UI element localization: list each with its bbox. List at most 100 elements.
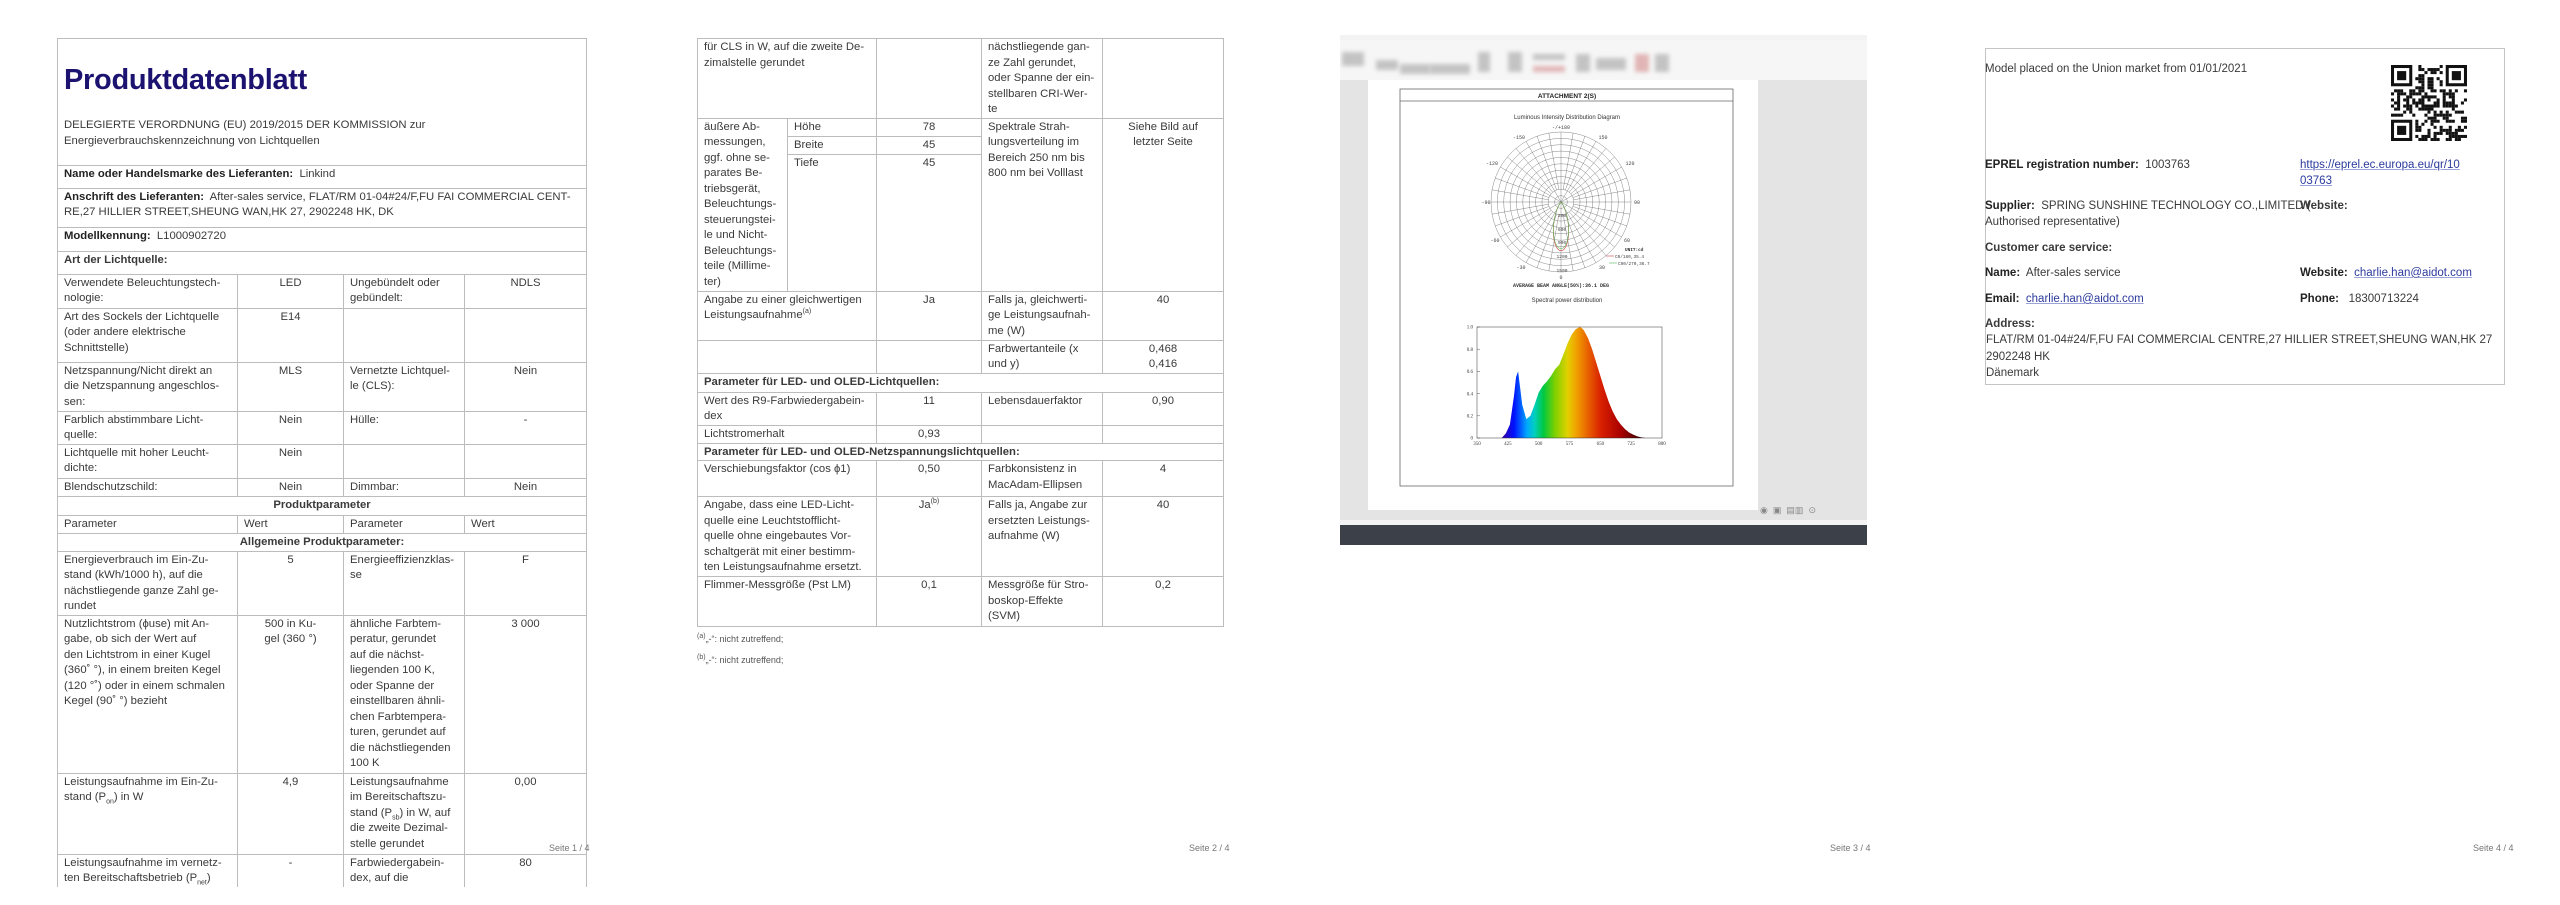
- supplier-value: SPRING SUNSHINE TECHNOLOGY CO.,LIMITED (: [2041, 200, 2311, 212]
- qr-module: [2427, 95, 2431, 99]
- param-label: Ungebündelt oder gebündelt:: [343, 273, 465, 309]
- qr-module: [2436, 98, 2440, 102]
- subscript: on: [106, 798, 114, 806]
- qr-module: [2427, 98, 2431, 102]
- qr-module: [2427, 77, 2431, 81]
- label-text: ) in W: [113, 791, 144, 803]
- qr-module: [2439, 128, 2443, 132]
- qr-module: [2418, 98, 2422, 102]
- qr-module: [2415, 119, 2419, 123]
- polar-grid-spoke: [1492, 189, 1549, 200]
- email-link[interactable]: charlie.han@aidot.com: [2026, 293, 2144, 305]
- qr-module: [2436, 131, 2440, 135]
- param-value: 40: [1102, 290, 1225, 341]
- qr-module: [2442, 113, 2446, 117]
- param-label: Vernetzte Lichtquel- le (CLS):: [343, 361, 465, 412]
- polar-grid-spoke: [1492, 204, 1549, 215]
- param-label: für CLS in W, auf die zweite De- zimalst…: [696, 38, 878, 119]
- angle-label: 0: [1559, 275, 1562, 281]
- qr-module: [2442, 95, 2446, 99]
- website2-link[interactable]: charlie.han@aidot.com: [2354, 267, 2472, 279]
- qr-module: [2418, 107, 2422, 111]
- param-label: ähnliche Farbtem- peratur, gerundet auf …: [343, 614, 465, 774]
- qr-code[interactable]: [2391, 63, 2467, 143]
- param-label: Netzspannung/Nicht direkt an die Netzspa…: [57, 361, 238, 412]
- param-label: [981, 424, 1104, 444]
- footnote-mark: (a): [697, 633, 706, 640]
- ring-label: 1200: [1556, 254, 1567, 260]
- spectrum-area: [1477, 327, 1662, 438]
- angle-label: 150: [1598, 135, 1607, 141]
- regulation-subtitle: DELEGIERTE VERORDNUNG (EU) 2019/2015 DER…: [64, 119, 426, 147]
- polar-chart-title: Luminous Intensity Distribution Diagram: [1514, 115, 1620, 121]
- qr-module: [2397, 107, 2401, 111]
- param-label: Angabe, dass eine LED-Licht- quelle eine…: [696, 496, 878, 577]
- qr-module: [2454, 131, 2458, 135]
- qr-module: [2439, 131, 2443, 135]
- qr-module: [2445, 119, 2449, 123]
- light-source-type-heading: Art der Lichtquelle:: [56, 250, 588, 275]
- param-label: Verschiebungsfaktor (cos ϕ1): [696, 460, 878, 497]
- table-row: Art des Sockels der Lichtquelle (oder an…: [57, 307, 588, 363]
- qr-module: [2397, 95, 2401, 99]
- param-value: 0,90: [1102, 391, 1225, 426]
- param-label: Lebensdauerfaktor: [981, 391, 1104, 426]
- qr-module: [2463, 125, 2467, 129]
- eprel-link-line[interactable]: 03763: [2300, 175, 2332, 187]
- qr-module: [2433, 101, 2437, 105]
- param-label: Farbwiedergabein- dex, auf die: [343, 853, 465, 887]
- qr-finder-center: [2451, 71, 2461, 81]
- qr-module: [2415, 86, 2419, 90]
- table-row: Lichtstromerhalt 0,93: [696, 424, 1225, 444]
- qr-module: [2418, 86, 2422, 90]
- qr-module: [2445, 92, 2449, 96]
- qr-module: [2391, 104, 2395, 108]
- param-value: 500 in Ku- gel (360 °): [237, 614, 344, 774]
- qr-module: [2442, 101, 2446, 105]
- dimension-value: 45: [876, 153, 983, 292]
- customer-care-heading: Customer care service:: [1985, 242, 2113, 254]
- qr-module: [2418, 125, 2422, 129]
- polar-grid-spoke: [1563, 133, 1574, 190]
- param-value: 3 000: [463, 614, 588, 774]
- qr-module: [2421, 86, 2425, 90]
- qr-module: [2421, 134, 2425, 138]
- param-label: Nutzlichtstrom (ϕuse) mit An- gabe, ob s…: [57, 614, 238, 774]
- y-tick-label: 0.8: [1467, 348, 1474, 353]
- qr-module: [2430, 68, 2434, 72]
- qr-module: [2454, 104, 2458, 108]
- name-value: After-sales service: [2025, 267, 2121, 279]
- led-parameters-heading: Parameter für LED- und OLED-Lichtquellen…: [696, 372, 1225, 393]
- qr-module: [2424, 104, 2428, 108]
- param-value: MLS: [237, 361, 344, 412]
- param-label: Dimmbar:: [343, 477, 465, 497]
- polar-grid-spoke: [1515, 211, 1553, 256]
- qr-module: [2445, 101, 2449, 105]
- qr-module: [2430, 86, 2434, 90]
- param-label: Hülle:: [343, 410, 465, 445]
- qr-module: [2442, 98, 2446, 102]
- param-value: NDLS: [463, 273, 588, 309]
- qr-module: [2433, 131, 2437, 135]
- qr-module: [2403, 110, 2407, 114]
- qr-module: [2418, 77, 2422, 81]
- qr-module: [2397, 98, 2401, 102]
- qr-module: [2460, 101, 2464, 105]
- dimension-label: Breite: [786, 135, 878, 155]
- param-value: Nein: [237, 443, 344, 479]
- eprel-link-line[interactable]: https://eprel.ec.europa.eu/qr/10: [2300, 159, 2460, 171]
- param-value: 11: [876, 391, 983, 426]
- table-row: Nutzlichtstrom (ϕuse) mit An- gabe, ob s…: [57, 614, 588, 774]
- polar-grid-spoke: [1569, 211, 1607, 256]
- angle-label: -150: [1513, 135, 1525, 141]
- website2-row: Website: charlie.han@aidot.com: [2300, 265, 2472, 281]
- supplier-row: Supplier: SPRING SUNSHINE TECHNOLOGY CO.…: [1985, 198, 2310, 230]
- table-row: äußere Ab- messungen, ggf. ohne se- para…: [697, 117, 1225, 292]
- qr-module: [2442, 92, 2446, 96]
- qr-module: [2427, 110, 2431, 114]
- qr-module: [2448, 134, 2452, 138]
- qr-module: [2439, 89, 2443, 93]
- eprel-link[interactable]: https://eprel.ec.europa.eu/qr/10 03763: [2300, 157, 2460, 189]
- qr-module: [2424, 71, 2428, 75]
- y-tick-label: 0: [1471, 437, 1474, 442]
